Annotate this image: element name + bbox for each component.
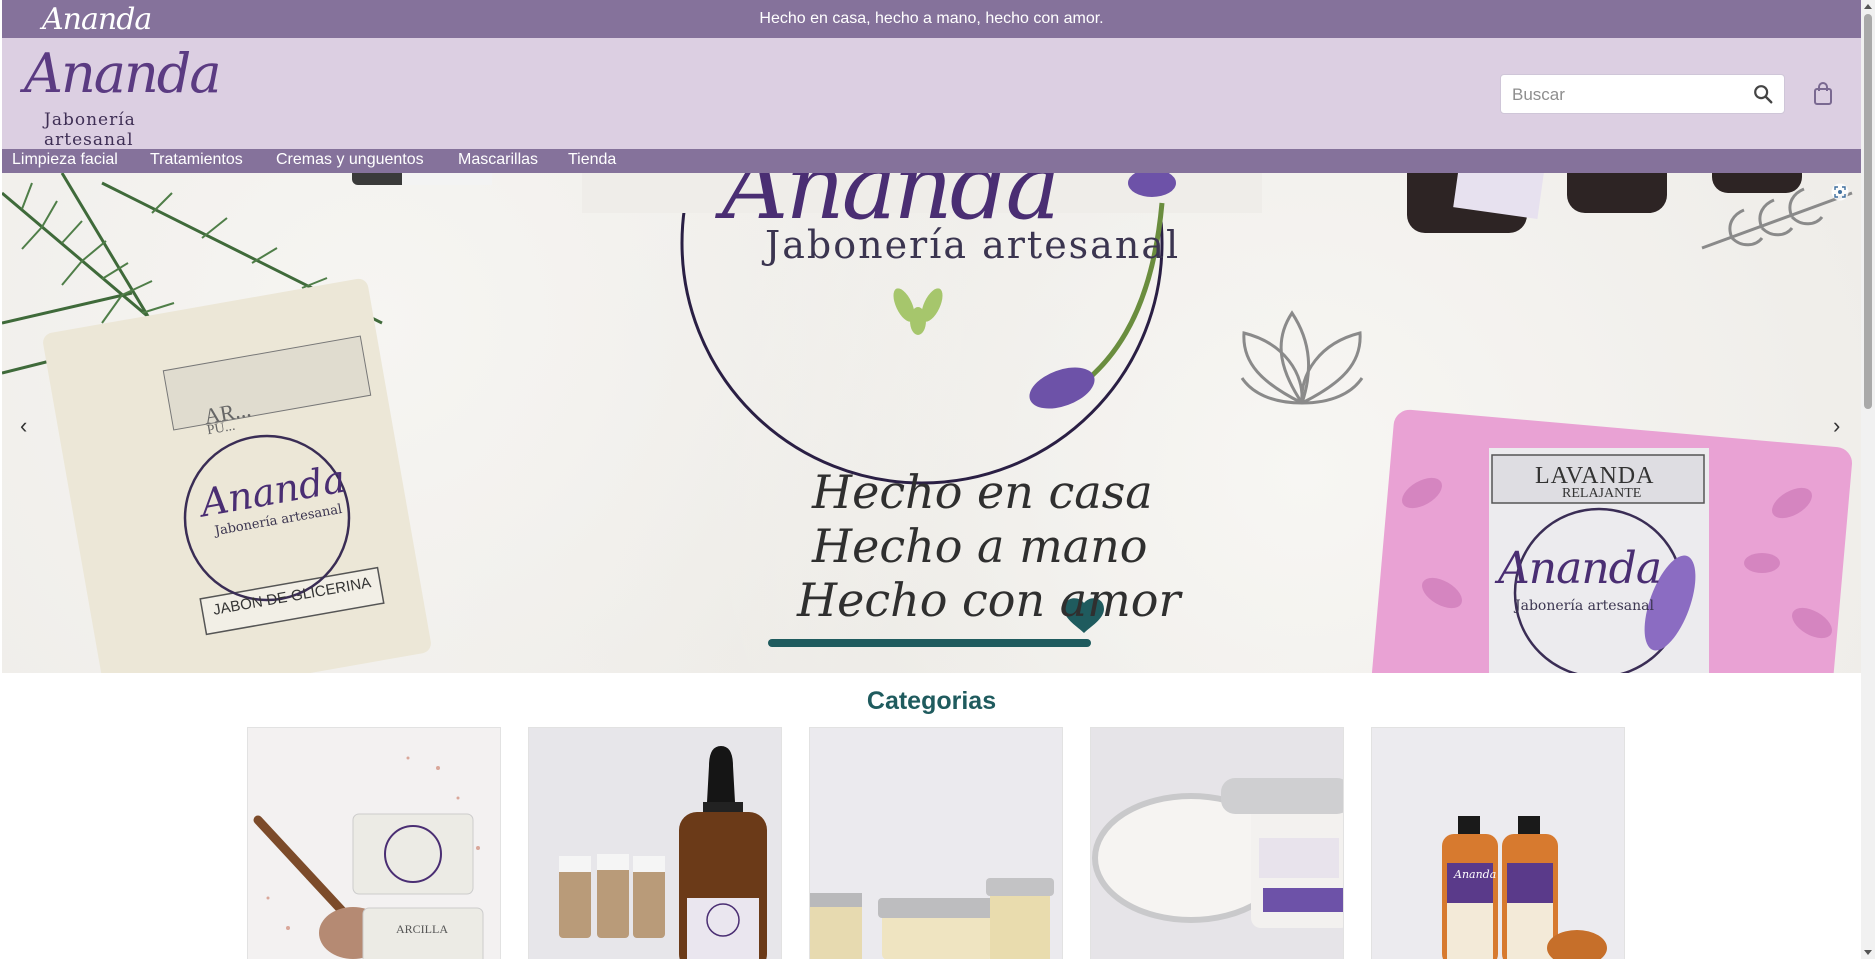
nav-item-mascarillas[interactable]: Mascarillas (458, 151, 538, 169)
category-card-label: ARCILLA (396, 922, 448, 936)
site-logo[interactable]: Ananda Jabonería artesanal (24, 42, 224, 150)
main-nav: Limpieza facial Tratamientos Cremas y un… (2, 149, 1861, 173)
nav-item-limpieza-facial[interactable]: Limpieza facial (12, 151, 118, 169)
announcement-bar: Ananda Hecho en casa, hecho a mano, hech… (2, 0, 1861, 38)
nav-item-tratamientos[interactable]: Tratamientos (150, 151, 243, 169)
categories-title: Categorias (866, 687, 997, 715)
search-icon[interactable] (1752, 83, 1774, 105)
logo-subtitle: Jabonería artesanal (44, 110, 136, 150)
leaf-mark (893, 288, 943, 335)
hero-carousel: Ananda Jabonería artesanal Hecho en casa… (2, 173, 1861, 673)
shopping-bag-icon[interactable] (1812, 82, 1834, 106)
bottle-2 (1567, 173, 1667, 213)
scroll-down-arrow-icon[interactable] (1864, 950, 1872, 955)
hero-logo-subtitle: Jabonería artesanal (765, 223, 1181, 267)
search-box (1500, 74, 1785, 115)
soap-right-brand: Ananda (1498, 543, 1662, 594)
announcement-text: Hecho en casa, hecho a mano, hecho con a… (759, 10, 1104, 27)
plant-outline (1240, 310, 1364, 405)
nav-item-tienda[interactable]: Tienda (568, 151, 616, 169)
lens-scan-icon[interactable] (1831, 183, 1849, 201)
site-header: Ananda Jabonería artesanal (2, 38, 1861, 150)
carousel-prev-button[interactable]: ‹ (20, 413, 27, 439)
hero-slogan-2: Hecho a mano (812, 519, 1148, 573)
category-card[interactable] (809, 727, 1063, 959)
category-card[interactable] (1090, 727, 1344, 959)
carousel-next-button[interactable]: › (1833, 413, 1840, 439)
soap-right-subtitle: RELAJANTE (1562, 486, 1642, 501)
nav-item-cremas[interactable]: Cremas y unguentos (276, 151, 424, 169)
page-scrollbar[interactable] (1861, 0, 1875, 959)
logo-script: Ananda (24, 42, 222, 105)
scroll-up-arrow-icon[interactable] (1864, 4, 1872, 9)
category-card[interactable]: Ananda (1371, 727, 1625, 959)
category-card[interactable]: ARCILLA (247, 727, 501, 959)
hero-slogan-3: Hecho con amor (797, 573, 1181, 627)
category-card-label: Ananda (1454, 868, 1497, 881)
search-input[interactable] (1501, 75, 1754, 115)
hero-slogan-1: Hecho en casa (812, 465, 1153, 519)
page: Ananda Hecho en casa, hecho a mano, hech… (2, 0, 1861, 959)
category-card[interactable] (528, 727, 782, 959)
soap-right-brand-sub: Jabonería artesanal (1515, 598, 1654, 614)
scrollbar-thumb[interactable] (1864, 14, 1872, 409)
